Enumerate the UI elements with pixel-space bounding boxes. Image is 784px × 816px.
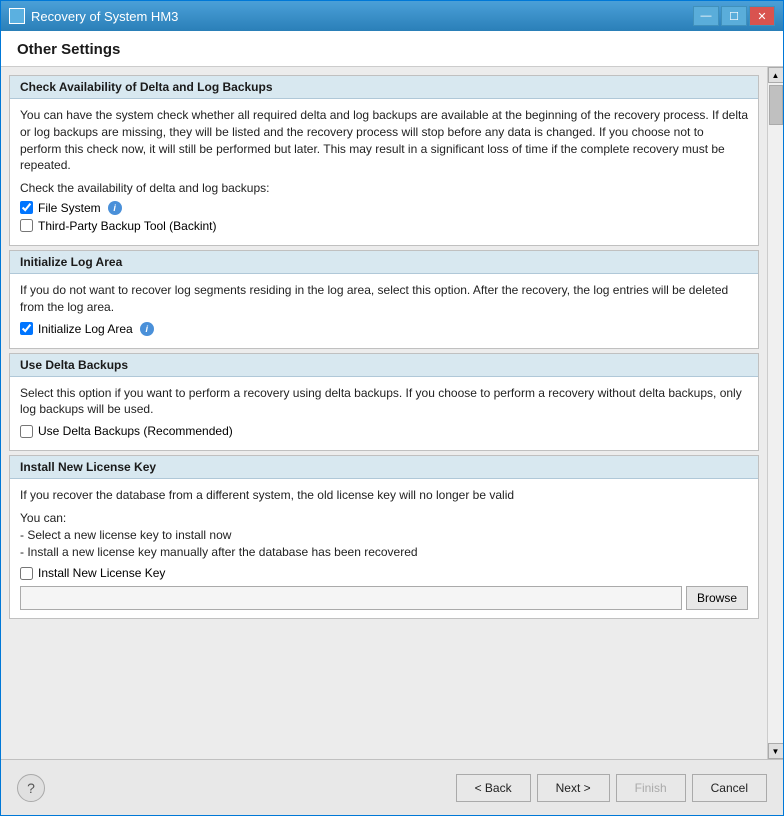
page-header: Other Settings: [1, 31, 783, 67]
section-delta-backups-header: Use Delta Backups: [10, 354, 758, 377]
section-delta-backups: Use Delta Backups Select this option if …: [9, 353, 759, 452]
section-license-key: Install New License Key If you recover t…: [9, 455, 759, 619]
help-button[interactable]: ?: [17, 774, 45, 802]
scrollbar: ▲ ▼: [767, 67, 783, 759]
delta-log-description: You can have the system check whether al…: [20, 107, 748, 174]
window-title: Recovery of System HM3: [31, 9, 178, 24]
main-window: Recovery of System HM3 — ☐ ✕ Other Setti…: [0, 0, 784, 816]
title-bar-left: Recovery of System HM3: [9, 8, 178, 24]
file-system-row: File System i: [20, 201, 748, 215]
content-area: Check Availability of Delta and Log Back…: [1, 67, 783, 759]
init-log-info-icon[interactable]: i: [140, 322, 154, 336]
init-log-area-label: Initialize Log Area: [38, 322, 133, 336]
title-buttons: — ☐ ✕: [693, 6, 775, 26]
section-license-key-header: Install New License Key: [10, 456, 758, 479]
section-delta-log-header: Check Availability of Delta and Log Back…: [10, 76, 758, 99]
section-delta-log: Check Availability of Delta and Log Back…: [9, 75, 759, 246]
section-init-log: Initialize Log Area If you do not want t…: [9, 250, 759, 349]
install-license-label: Install New License Key: [38, 566, 165, 580]
main-panel[interactable]: Check Availability of Delta and Log Back…: [1, 67, 767, 759]
section-delta-log-body: You can have the system check whether al…: [10, 99, 758, 245]
install-license-checkbox[interactable]: [20, 567, 33, 580]
scroll-down-button[interactable]: ▼: [768, 743, 784, 759]
delta-backups-description: Select this option if you want to perfor…: [20, 385, 748, 419]
install-license-row: Install New License Key: [20, 566, 748, 580]
use-delta-label: Use Delta Backups (Recommended): [38, 424, 233, 438]
back-button[interactable]: < Back: [456, 774, 531, 802]
file-system-label: File System: [38, 201, 101, 215]
use-delta-row: Use Delta Backups (Recommended): [20, 424, 748, 438]
scroll-thumb[interactable]: [769, 85, 783, 125]
third-party-label: Third-Party Backup Tool (Backint): [38, 219, 217, 233]
browse-button[interactable]: Browse: [686, 586, 748, 610]
footer-buttons: < Back Next > Finish Cancel: [456, 774, 767, 802]
third-party-checkbox[interactable]: [20, 219, 33, 232]
footer: ? < Back Next > Finish Cancel: [1, 759, 783, 815]
section-init-log-header: Initialize Log Area: [10, 251, 758, 274]
page-title: Other Settings: [17, 41, 767, 58]
license-key-description-2: You can:- Select a new license key to in…: [20, 510, 748, 560]
maximize-button[interactable]: ☐: [721, 6, 747, 26]
file-system-checkbox[interactable]: [20, 201, 33, 214]
minimize-button[interactable]: —: [693, 6, 719, 26]
delta-log-sublabel: Check the availability of delta and log …: [20, 180, 748, 197]
file-system-info-icon[interactable]: i: [108, 201, 122, 215]
close-button[interactable]: ✕: [749, 6, 775, 26]
title-bar: Recovery of System HM3 — ☐ ✕: [1, 1, 783, 31]
init-log-area-checkbox[interactable]: [20, 322, 33, 335]
license-input-row: Browse: [20, 586, 748, 610]
scroll-up-button[interactable]: ▲: [768, 67, 784, 83]
use-delta-checkbox[interactable]: [20, 425, 33, 438]
section-license-key-body: If you recover the database from a diffe…: [10, 479, 758, 618]
init-log-description: If you do not want to recover log segmen…: [20, 282, 748, 316]
section-delta-backups-body: Select this option if you want to perfor…: [10, 377, 758, 451]
third-party-row: Third-Party Backup Tool (Backint): [20, 219, 748, 233]
license-key-description-1: If you recover the database from a diffe…: [20, 487, 748, 504]
next-button[interactable]: Next >: [537, 774, 610, 802]
license-key-input[interactable]: [20, 586, 682, 610]
init-log-row: Initialize Log Area i: [20, 322, 748, 336]
app-icon: [9, 8, 25, 24]
section-init-log-body: If you do not want to recover log segmen…: [10, 274, 758, 348]
finish-button[interactable]: Finish: [616, 774, 686, 802]
cancel-button[interactable]: Cancel: [692, 774, 767, 802]
